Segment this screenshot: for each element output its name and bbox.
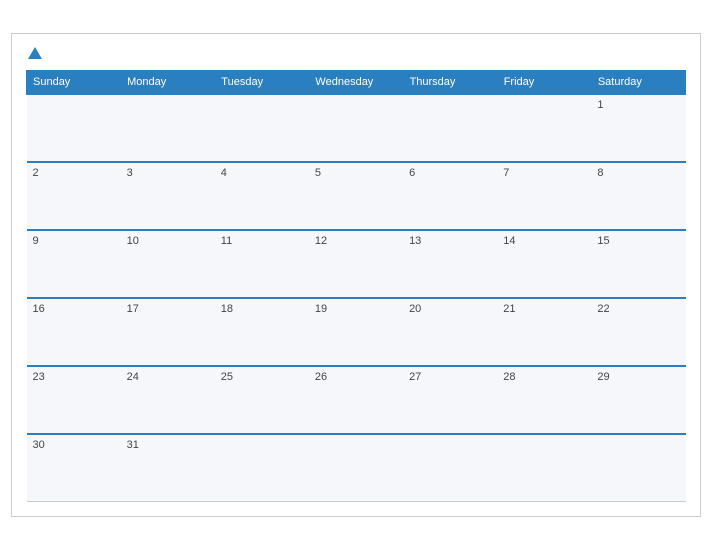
calendar-cell [403, 94, 497, 162]
day-number: 26 [315, 371, 327, 383]
calendar-cell: 10 [121, 230, 215, 298]
calendar-header [26, 44, 686, 62]
day-number: 5 [315, 167, 321, 179]
day-number: 27 [409, 371, 421, 383]
day-number: 15 [597, 235, 609, 247]
calendar-cell [497, 434, 591, 502]
calendar-body: 1234567891011121314151617181920212223242… [27, 94, 686, 502]
day-number: 21 [503, 303, 515, 315]
calendar-cell [309, 434, 403, 502]
day-number: 25 [221, 371, 233, 383]
days-header-row: SundayMondayTuesdayWednesdayThursdayFrid… [27, 70, 686, 94]
calendar-cell [403, 434, 497, 502]
day-number: 19 [315, 303, 327, 315]
calendar-cell: 22 [591, 298, 685, 366]
calendar-cell [591, 434, 685, 502]
day-number: 17 [127, 303, 139, 315]
logo-triangle-icon [28, 47, 42, 59]
calendar-cell: 18 [215, 298, 309, 366]
calendar-cell: 9 [27, 230, 121, 298]
day-number: 16 [33, 303, 45, 315]
calendar-cell: 2 [27, 162, 121, 230]
day-number: 11 [221, 235, 232, 247]
calendar-cell: 5 [309, 162, 403, 230]
calendar-cell [497, 94, 591, 162]
day-number: 12 [315, 235, 327, 247]
day-number: 28 [503, 371, 515, 383]
calendar-cell: 19 [309, 298, 403, 366]
calendar-cell: 3 [121, 162, 215, 230]
day-header-saturday: Saturday [591, 70, 685, 94]
calendar-cell: 13 [403, 230, 497, 298]
day-number: 6 [409, 167, 415, 179]
day-number: 22 [597, 303, 609, 315]
calendar-cell [215, 94, 309, 162]
day-number: 2 [33, 167, 39, 179]
calendar-cell: 21 [497, 298, 591, 366]
calendar-cell [121, 94, 215, 162]
day-number: 20 [409, 303, 421, 315]
day-number: 13 [409, 235, 421, 247]
day-header-friday: Friday [497, 70, 591, 94]
calendar-cell: 23 [27, 366, 121, 434]
logo [26, 44, 42, 62]
calendar-cell: 27 [403, 366, 497, 434]
calendar-cell: 20 [403, 298, 497, 366]
week-row-3: 16 17 18 19 20 21 22 [27, 298, 686, 366]
calendar-cell: 12 [309, 230, 403, 298]
day-number: 4 [221, 167, 227, 179]
calendar-cell: 8 [591, 162, 685, 230]
calendar-cell: 4 [215, 162, 309, 230]
calendar-cell: 7 [497, 162, 591, 230]
day-number: 14 [503, 235, 515, 247]
calendar-cell: 11 [215, 230, 309, 298]
calendar-cell: 25 [215, 366, 309, 434]
day-number: 31 [127, 439, 139, 451]
day-number: 29 [597, 371, 609, 383]
calendar-cell: 29 [591, 366, 685, 434]
calendar-cell: 31 [121, 434, 215, 502]
week-row-2: 9 10 11 12 13 14 15 [27, 230, 686, 298]
calendar-cell: 30 [27, 434, 121, 502]
week-row-1: 2 3 4 5 6 7 8 [27, 162, 686, 230]
calendar-cell: 14 [497, 230, 591, 298]
calendar-cell [27, 94, 121, 162]
day-number: 3 [127, 167, 133, 179]
day-number: 18 [221, 303, 233, 315]
calendar-cell: 15 [591, 230, 685, 298]
day-header-thursday: Thursday [403, 70, 497, 94]
day-number: 30 [33, 439, 45, 451]
calendar-cell: 16 [27, 298, 121, 366]
week-row-0: 1 [27, 94, 686, 162]
calendar-cell: 28 [497, 366, 591, 434]
calendar-cell: 26 [309, 366, 403, 434]
calendar-cell: 17 [121, 298, 215, 366]
day-header-wednesday: Wednesday [309, 70, 403, 94]
day-header-monday: Monday [121, 70, 215, 94]
day-number: 8 [597, 167, 603, 179]
calendar-cell: 24 [121, 366, 215, 434]
day-header-sunday: Sunday [27, 70, 121, 94]
day-header-tuesday: Tuesday [215, 70, 309, 94]
day-number: 24 [127, 371, 139, 383]
calendar-container: SundayMondayTuesdayWednesdayThursdayFrid… [11, 33, 701, 517]
logo-line1 [26, 44, 42, 62]
calendar-cell: 6 [403, 162, 497, 230]
day-number: 23 [33, 371, 45, 383]
week-row-4: 23 24 25 26 27 28 29 [27, 366, 686, 434]
calendar-cell [309, 94, 403, 162]
day-number: 1 [597, 99, 603, 111]
day-number: 10 [127, 235, 139, 247]
calendar-cell: 1 [591, 94, 685, 162]
calendar-grid: SundayMondayTuesdayWednesdayThursdayFrid… [26, 70, 686, 503]
week-row-5: 30 31 [27, 434, 686, 502]
day-number: 9 [33, 235, 39, 247]
calendar-cell [215, 434, 309, 502]
day-number: 7 [503, 167, 509, 179]
